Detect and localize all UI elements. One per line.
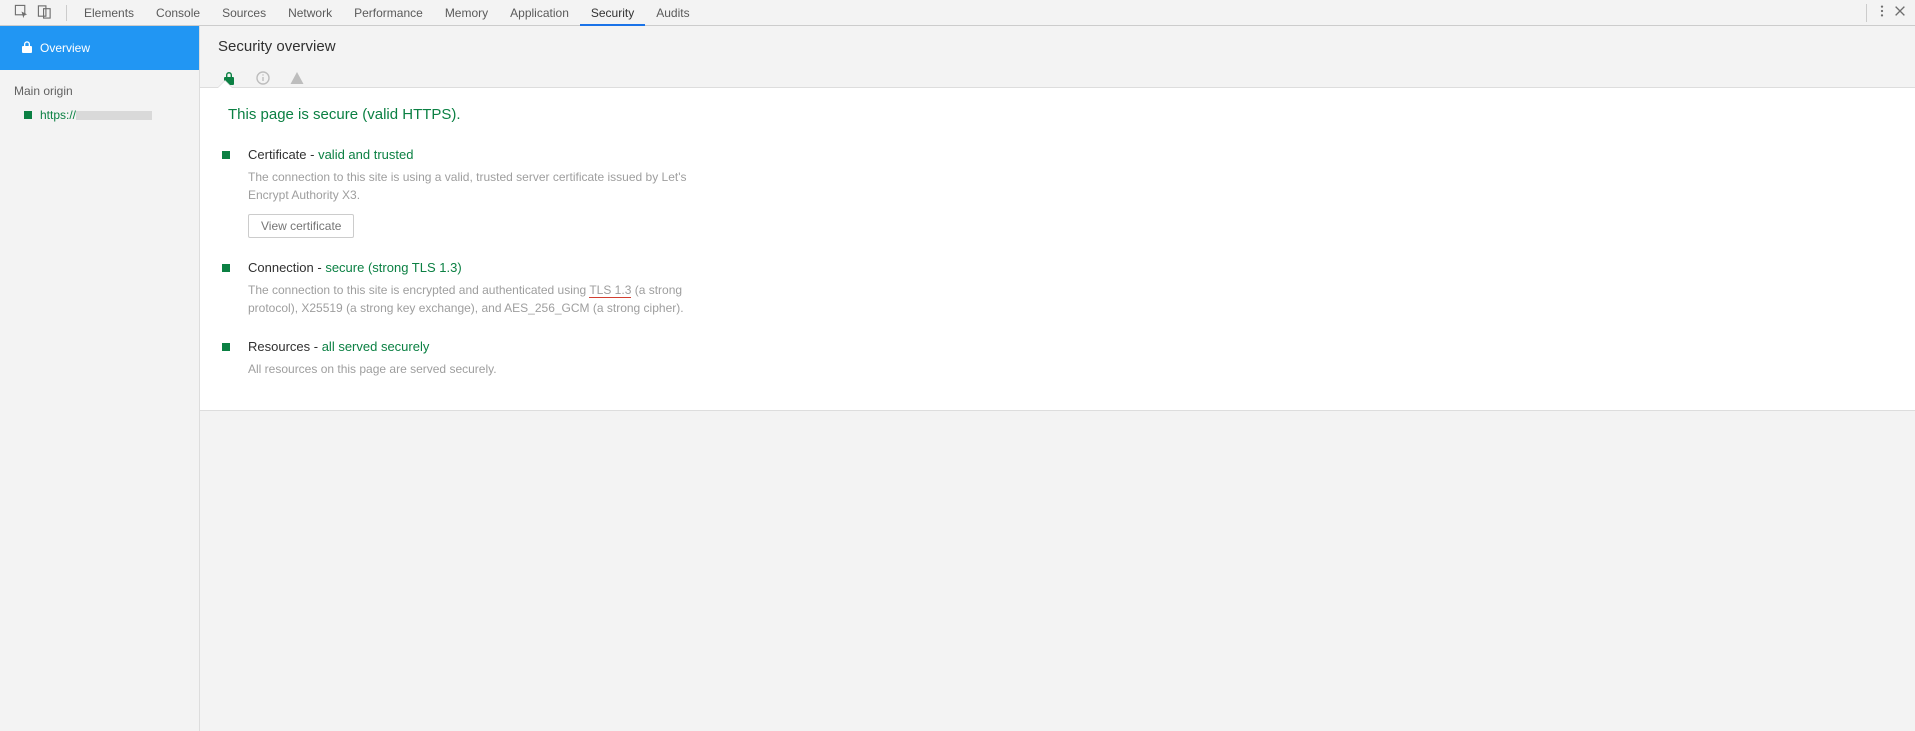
sidebar-origin-item[interactable]: https:// [0,104,199,126]
secure-status-icon [24,111,32,119]
secure-status-icon [222,151,230,159]
tabs: ElementsConsoleSourcesNetworkPerformance… [73,0,701,25]
sidebar-section-header: Main origin [0,70,199,104]
tab-security[interactable]: Security [580,0,645,25]
certificate-desc: The connection to this site is using a v… [248,168,708,204]
sidebar-overview-label: Overview [40,41,90,55]
secure-status-icon [222,264,230,272]
origin-url: https:// [40,108,152,122]
device-toggle-icon[interactable] [37,4,52,22]
tab-sources[interactable]: Sources [211,0,277,25]
resources-title: Resources - all served securely [248,339,497,354]
certificate-title: Certificate - valid and trusted [248,147,708,162]
tab-memory[interactable]: Memory [434,0,499,25]
section-resources: Resources - all served securely All reso… [222,325,1893,386]
toolbar-left [6,4,60,22]
section-certificate: Certificate - valid and trusted The conn… [222,133,1893,246]
toolbar-right [1862,4,1915,22]
secure-status-icon [222,343,230,351]
resources-desc: All resources on this page are served se… [248,360,497,378]
lock-icon [22,41,32,56]
tab-application[interactable]: Application [499,0,580,25]
page-title: Security overview [218,38,1897,55]
origin-host-redacted [76,111,152,120]
tab-audits[interactable]: Audits [645,0,700,25]
info-icon [256,71,270,85]
security-sidebar: Overview Main origin https:// [0,26,200,731]
view-certificate-button[interactable]: View certificate [248,214,354,238]
connection-title: Connection - secure (strong TLS 1.3) [248,260,708,275]
devtools-tabbar: ElementsConsoleSourcesNetworkPerformance… [0,0,1915,26]
toolbar-divider [66,5,67,21]
toolbar-divider [1866,4,1867,22]
close-icon[interactable] [1893,4,1907,21]
secure-headline: This page is secure (valid HTTPS). [222,106,1893,133]
section-connection: Connection - secure (strong TLS 1.3) The… [222,246,1893,325]
tab-performance[interactable]: Performance [343,0,434,25]
security-content: This page is secure (valid HTTPS). Certi… [200,87,1915,411]
main-header: Security overview [200,26,1915,87]
tab-console[interactable]: Console [145,0,211,25]
sidebar-overview[interactable]: Overview [0,26,199,70]
tab-elements[interactable]: Elements [73,0,145,25]
kebab-menu-icon[interactable] [1875,4,1889,21]
tab-network[interactable]: Network [277,0,343,25]
inspect-icon[interactable] [14,4,29,22]
warning-icon [290,71,304,85]
security-state-icons [218,55,1897,87]
connection-desc: The connection to this site is encrypted… [248,281,708,317]
security-main: Security overview This page is secure (v… [200,26,1915,731]
